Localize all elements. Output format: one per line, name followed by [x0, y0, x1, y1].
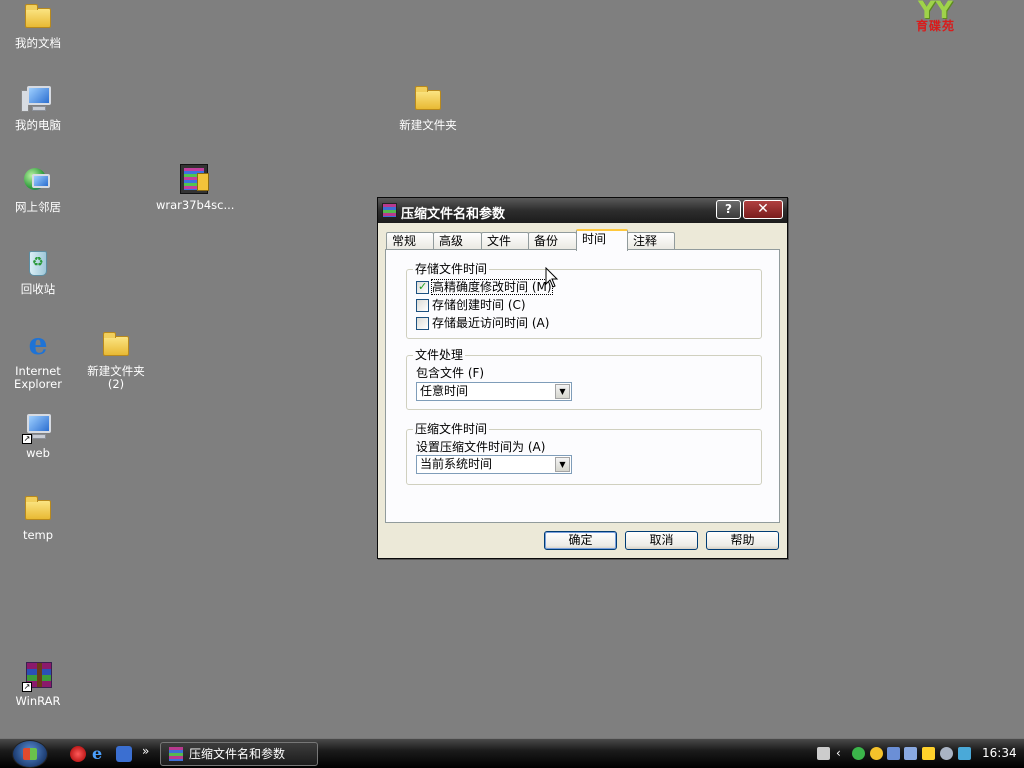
winrar-icon	[169, 747, 183, 761]
dialog-title: 压缩文件名和参数	[401, 207, 506, 222]
chevron-left-icon[interactable]: ‹	[836, 747, 849, 760]
dropdown-arrow-icon[interactable]: ▼	[555, 457, 570, 472]
desktop-icon-my-computer[interactable]: 我的电脑	[0, 84, 76, 132]
archive-time-select[interactable]: 当前系统时间 ▼	[416, 455, 572, 474]
include-files-label: 包含文件 (F)	[416, 366, 485, 380]
desktop-icon-new-folder-2[interactable]: 新建文件夹 (2)	[78, 330, 154, 391]
desktop-icon-recycle-bin[interactable]: 回收站	[0, 248, 76, 296]
winrar-installer-icon	[176, 164, 212, 196]
tab-comment[interactable]: 注释	[627, 232, 675, 250]
desktop-icon-new-folder[interactable]: 新建文件夹	[390, 84, 466, 132]
desktop-icon-temp[interactable]: temp	[0, 494, 76, 542]
desktop-icon-label: 我的文档	[15, 36, 61, 50]
include-files-select[interactable]: 任意时间 ▼	[416, 382, 572, 401]
select-value: 当前系统时间	[420, 457, 493, 471]
dialog-titlebar[interactable]: 压缩文件名和参数 ? ✕	[378, 198, 787, 223]
desktop-icon-label: 回收站	[20, 282, 56, 296]
option-label: 存储创建时间 (C)	[432, 298, 526, 312]
dropdown-arrow-icon[interactable]: ▼	[555, 384, 570, 399]
system-tray: ‹ 16:34	[812, 739, 1024, 768]
set-archive-time-label: 设置压缩文件时间为 (A)	[416, 440, 546, 454]
desktop-icon-network[interactable]: 网上邻居	[0, 166, 76, 214]
desktop-icon-winrar[interactable]: ↗ WinRAR	[0, 660, 76, 708]
desktop-icon-internet-explorer[interactable]: e Internet Explorer	[0, 330, 76, 391]
recycle-bin-icon	[20, 248, 56, 280]
desktop-icon-label: 新建文件夹 (2)	[87, 364, 145, 391]
file-processing-group: 文件处理 包含文件 (F) 任意时间 ▼	[406, 348, 762, 410]
computer-icon	[20, 84, 56, 116]
taskbar: e » 压缩文件名和参数 ‹ 16:34	[0, 738, 1024, 768]
cancel-button[interactable]: 取消	[625, 531, 698, 550]
folder-icon	[98, 330, 134, 362]
keyboard-icon[interactable]	[817, 747, 830, 760]
tab-advanced[interactable]: 高级	[433, 232, 482, 250]
desktop-icon-label: WinRAR	[15, 694, 61, 708]
internet-explorer-quicklaunch-icon[interactable]: e	[92, 746, 108, 762]
winrar-shortcut-icon: ↗	[20, 660, 56, 692]
media-player-icon[interactable]	[70, 746, 86, 762]
tab-backup[interactable]: 备份	[528, 232, 577, 250]
show-desktop-icon[interactable]	[116, 746, 132, 762]
display-icon[interactable]	[904, 747, 917, 760]
network-computer-shortcut-icon: ↗	[20, 412, 56, 444]
internet-explorer-icon: e	[28, 327, 48, 362]
taskbar-item-label: 压缩文件名和参数	[189, 747, 286, 761]
close-button[interactable]: ✕	[743, 200, 783, 219]
connection-icon[interactable]	[958, 747, 971, 760]
green-app-icon[interactable]	[852, 747, 865, 760]
winrar-icon	[382, 203, 397, 218]
folder-icon	[20, 494, 56, 526]
corner-logo: YY 育碟苑	[914, 0, 978, 34]
tab-panel-time: 存储文件时间 高精确度修改时间 (M) 存储创建时间 (C) 存储最近访问时间 …	[385, 249, 780, 523]
volume-icon[interactable]	[940, 747, 953, 760]
desktop-icon-label: wrar37b4sc...	[156, 198, 235, 212]
store-access-time-option[interactable]: 存储最近访问时间 (A)	[416, 316, 576, 330]
desktop-icon-my-documents[interactable]: 我的文档	[0, 2, 76, 50]
warning-icon[interactable]	[922, 747, 935, 760]
desktop-icon-web[interactable]: ↗ web	[0, 412, 76, 460]
folder-icon	[410, 84, 446, 116]
group-title: 存储文件时间	[413, 262, 490, 276]
checkbox-unchecked[interactable]	[416, 299, 429, 312]
archive-name-parameters-dialog: 压缩文件名和参数 ? ✕ 常规 高级 文件 备份 时间 注释 存储文件时间 高精…	[377, 197, 788, 559]
archive-time-group: 压缩文件时间 设置压缩文件时间为 (A) 当前系统时间 ▼	[406, 422, 762, 485]
clock: 16:34	[982, 746, 1017, 760]
help-dialog-button[interactable]: 帮助	[706, 531, 779, 550]
desktop-icon-label: temp	[22, 528, 54, 542]
desktop-icon-label: Internet Explorer	[14, 364, 62, 391]
checkbox-checked[interactable]	[416, 280, 429, 294]
logo-text: 育碟苑	[916, 19, 956, 33]
select-value: 任意时间	[420, 384, 469, 398]
network-tray-icon[interactable]	[887, 747, 900, 760]
desktop-icon-label: 新建文件夹	[399, 118, 457, 132]
desktop-icon-label: 我的电脑	[15, 118, 61, 132]
checkbox-unchecked[interactable]	[416, 317, 429, 330]
store-file-time-group: 存储文件时间 高精确度修改时间 (M) 存储创建时间 (C) 存储最近访问时间 …	[406, 262, 762, 339]
tab-files[interactable]: 文件	[481, 232, 529, 250]
ok-button[interactable]: 确定	[544, 531, 617, 550]
group-title: 文件处理	[413, 348, 466, 362]
tab-general[interactable]: 常规	[386, 232, 434, 250]
tab-time[interactable]: 时间	[576, 229, 628, 251]
desktop-icon-wrar-installer[interactable]: wrar37b4sc...	[156, 164, 235, 212]
quicklaunch-more-icon[interactable]: »	[142, 744, 149, 758]
network-icon	[20, 166, 56, 198]
option-label: 高精确度修改时间 (M)	[431, 279, 553, 295]
taskbar-item-archive-dialog[interactable]: 压缩文件名和参数	[160, 742, 318, 766]
option-label: 存储最近访问时间 (A)	[432, 316, 550, 330]
start-button[interactable]	[12, 740, 48, 768]
qq-icon[interactable]	[870, 747, 883, 760]
store-creation-time-option[interactable]: 存储创建时间 (C)	[416, 298, 576, 312]
group-title: 压缩文件时间	[413, 422, 490, 436]
folder-icon	[20, 2, 56, 34]
desktop-icon-label: 网上邻居	[15, 200, 61, 214]
desktop-icon-label: web	[26, 446, 50, 460]
help-button[interactable]: ?	[716, 200, 741, 219]
